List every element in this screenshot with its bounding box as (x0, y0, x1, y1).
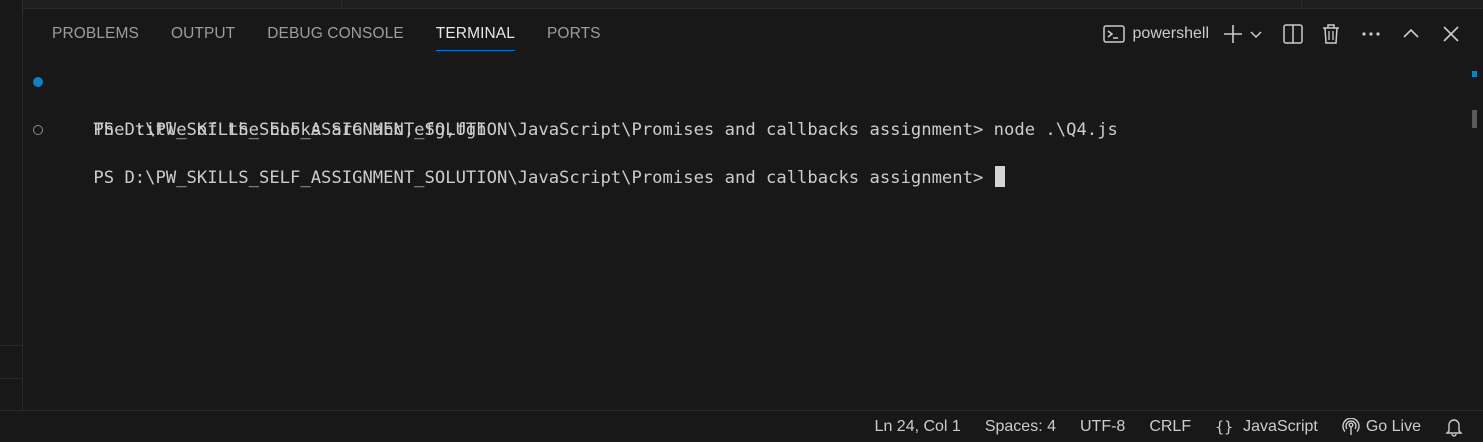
terminal-line: The title of the books are abc,efg,fgh (30, 94, 1453, 140)
terminal-prompt-text: PS D:\PW_SKILLS_SELF_ASSIGNMENT_SOLUTION… (93, 168, 994, 188)
shell-label: powershell (1132, 25, 1209, 42)
bell-icon (1445, 418, 1463, 437)
terminal-line: PS D:\PW_SKILLS_SELF_ASSIGNMENT_SOLUTION… (30, 118, 1453, 188)
split-terminal-button[interactable] (1279, 20, 1307, 48)
eol-label: CRLF (1149, 417, 1192, 435)
terminal-cursor (994, 166, 1005, 187)
terminal-line: PS D:\PW_SKILLS_SELF_ASSIGNMENT_SOLUTION… (30, 70, 1453, 140)
braces-icon: {} (1215, 417, 1234, 436)
launch-profile-dropdown[interactable] (1247, 20, 1265, 48)
maximize-panel-button[interactable] (1397, 20, 1425, 48)
cursor-position-label: Ln 24, Col 1 (874, 417, 961, 435)
chevron-down-icon (1250, 31, 1262, 39)
go-live-button[interactable]: Go Live (1342, 417, 1421, 436)
more-icon (1362, 32, 1380, 36)
status-bar: Ln 24, Col 1 Spaces: 4 UTF-8 CRLF {} Jav… (0, 410, 1483, 442)
command-pending-decoration[interactable] (33, 125, 43, 135)
tab-output[interactable]: OUTPUT (155, 18, 251, 51)
encoding[interactable]: UTF-8 (1080, 418, 1125, 436)
terminal-profile-button[interactable]: powershell (1102, 20, 1209, 48)
kill-terminal-button[interactable] (1317, 20, 1345, 48)
terminal-icon (1102, 25, 1125, 43)
tab-terminal[interactable]: TERMINAL (420, 18, 531, 51)
terminal-output[interactable]: PS D:\PW_SKILLS_SELF_ASSIGNMENT_SOLUTION… (30, 70, 1453, 188)
indentation-label: Spaces: 4 (984, 417, 1056, 435)
close-icon (1443, 26, 1459, 42)
trash-icon (1323, 24, 1339, 44)
plus-icon (1224, 25, 1242, 43)
chevron-up-icon (1403, 28, 1419, 38)
more-actions-button[interactable] (1357, 20, 1385, 48)
new-terminal-button[interactable] (1219, 20, 1247, 48)
split-icon (1283, 24, 1303, 44)
command-success-decoration[interactable] (33, 77, 43, 87)
scrollbar-marker (1472, 71, 1477, 77)
cursor-position[interactable]: Ln 24, Col 1 (875, 418, 961, 436)
go-live-label: Go Live (1365, 417, 1421, 435)
panel-tabs: PROBLEMS OUTPUT DEBUG CONSOLE TERMINAL P… (36, 18, 617, 52)
language-mode[interactable]: {} JavaScript (1215, 418, 1318, 436)
indentation[interactable]: Spaces: 4 (985, 418, 1056, 436)
broadcast-icon (1342, 417, 1360, 435)
close-panel-button[interactable] (1437, 20, 1465, 48)
tab-problems[interactable]: PROBLEMS (36, 18, 155, 51)
tab-ports[interactable]: PORTS (531, 18, 617, 51)
tab-debug-console[interactable]: DEBUG CONSOLE (251, 18, 420, 51)
encoding-label: UTF-8 (1079, 417, 1126, 435)
panel-toolbar: powershell (1102, 18, 1465, 50)
activity-bar (0, 0, 23, 410)
activity-bar-segment (0, 345, 22, 379)
editor-bottom-edge (23, 0, 1483, 9)
end-of-line[interactable]: CRLF (1149, 418, 1191, 436)
language-label: JavaScript (1243, 417, 1318, 435)
notifications-button[interactable] (1445, 417, 1469, 437)
scrollbar-thumb[interactable] (1472, 110, 1477, 128)
